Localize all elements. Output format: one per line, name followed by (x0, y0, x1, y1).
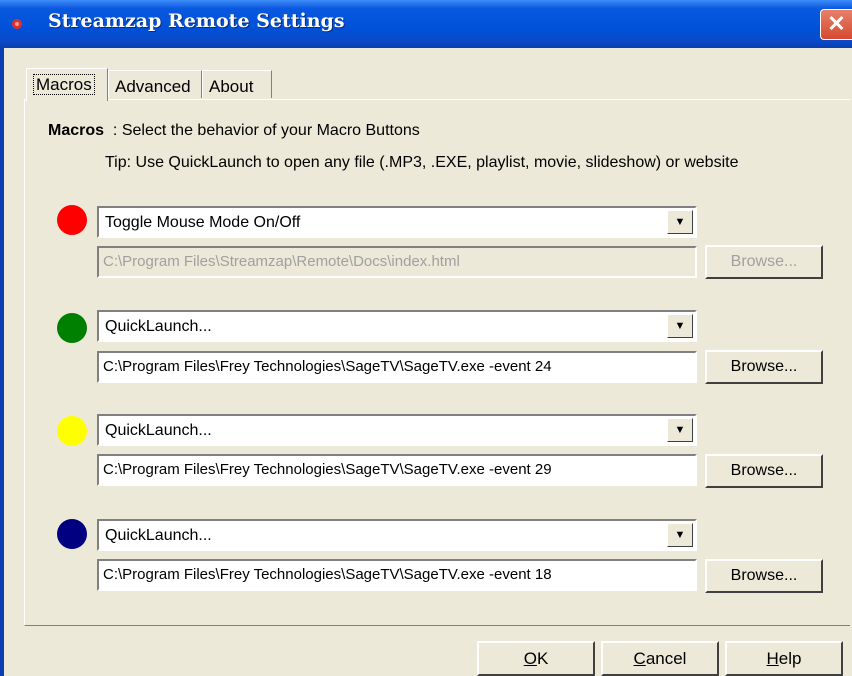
app-icon (12, 19, 22, 29)
cancel-button[interactable]: Cancel (601, 641, 719, 676)
ok-button[interactable]: OK (477, 641, 595, 676)
help-button[interactable]: Help (725, 641, 843, 676)
green-macro-icon (57, 313, 87, 343)
macro-green-browse-button[interactable]: Browse... (705, 350, 823, 384)
macro-green-action-select[interactable]: QuickLaunch... ▼ (97, 310, 697, 342)
chevron-down-icon[interactable]: ▼ (667, 210, 693, 234)
macros-tip: Tip: Use QuickLaunch to open any file (.… (105, 154, 739, 171)
macro-blue-path-field[interactable]: C:\Program Files\Frey Technologies\SageT… (97, 559, 697, 591)
close-icon: ✕ (827, 11, 846, 36)
window-title: Streamzap Remote Settings (48, 10, 345, 32)
chevron-down-icon[interactable]: ▼ (667, 523, 693, 547)
window-frame (0, 48, 4, 676)
macro-yellow-browse-button[interactable]: Browse... (705, 454, 823, 488)
macros-heading: Macros : Select the behavior of your Mac… (48, 122, 420, 139)
tab-about[interactable]: About (202, 70, 272, 98)
macro-yellow-path-field[interactable]: C:\Program Files\Frey Technologies\SageT… (97, 454, 697, 486)
chevron-down-icon[interactable]: ▼ (667, 314, 693, 338)
macro-red-path-field[interactable]: C:\Program Files\Streamzap\Remote\Docs\i… (97, 246, 697, 278)
macro-blue-action-select[interactable]: QuickLaunch... ▼ (97, 519, 697, 551)
macro-green-path-field[interactable]: C:\Program Files\Frey Technologies\SageT… (97, 351, 697, 383)
yellow-macro-icon (57, 416, 87, 446)
settings-window: Streamzap Remote Settings ✕ Macros Advan… (0, 0, 852, 676)
close-button[interactable]: ✕ (820, 9, 852, 40)
chevron-down-icon[interactable]: ▼ (667, 418, 693, 442)
title-bar[interactable]: Streamzap Remote Settings ✕ (0, 0, 852, 48)
blue-macro-icon (57, 519, 87, 549)
red-macro-icon (57, 205, 87, 235)
macro-red-browse-button[interactable]: Browse... (705, 245, 823, 279)
tab-macros[interactable]: Macros (26, 68, 108, 101)
macro-yellow-action-select[interactable]: QuickLaunch... ▼ (97, 414, 697, 446)
macro-red-action-select[interactable]: Toggle Mouse Mode On/Off ▼ (97, 206, 697, 238)
macro-blue-browse-button[interactable]: Browse... (705, 559, 823, 593)
tab-advanced[interactable]: Advanced (108, 70, 202, 98)
